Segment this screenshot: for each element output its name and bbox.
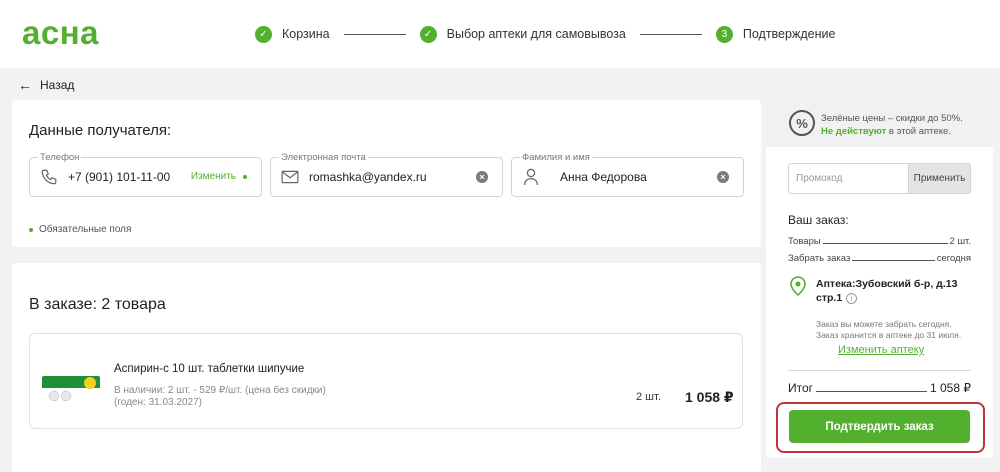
field-label: Фамилия и имя — [520, 152, 592, 163]
clear-icon[interactable]: × — [476, 171, 488, 183]
goods-row: Товары 2 шт. — [788, 236, 971, 247]
envelope-icon — [279, 166, 301, 188]
step-number: 3 — [715, 25, 733, 43]
apply-promo-button[interactable]: Применить — [908, 163, 971, 194]
pickup-row: Забрать заказ сегодня — [788, 253, 971, 264]
step-divider — [343, 33, 406, 35]
product-quantity: 2 шт. — [636, 391, 661, 403]
checkout-steps: ✓ Корзина ✓ Выбор аптеки для самовывоза … — [255, 23, 835, 45]
required-note-label: Обязательные поля — [39, 224, 132, 235]
product-price: 1 058 ₽ — [685, 389, 734, 405]
confirm-order-button[interactable]: Подтвердить заказ — [789, 410, 970, 443]
promo-input[interactable]: Промокод — [788, 163, 908, 194]
change-label: Изменить — [190, 171, 236, 182]
header: асна ✓ Корзина ✓ Выбор аптеки для самовы… — [0, 0, 1000, 68]
product-image[interactable] — [42, 372, 100, 407]
pharmacy-label: Аптека:Зубовский б-р, д.13 стр.1 — [816, 278, 958, 304]
divider — [788, 370, 971, 371]
required-dot — [243, 174, 247, 179]
pickup-label: Забрать заказ — [788, 253, 851, 264]
percent-icon: % — [789, 110, 815, 136]
total-label: Итог — [788, 381, 814, 395]
step-label: Корзина — [282, 27, 330, 41]
promo-form: Промокод Применить — [788, 163, 971, 194]
change-pharmacy-link[interactable]: Изменить аптеку — [838, 344, 924, 356]
back-label: Назад — [40, 78, 75, 92]
total-row: Итог 1 058 ₽ — [788, 381, 971, 395]
pickup-note: Заказ вы можете забрать сегодня. Заказ х… — [816, 319, 961, 341]
phone-icon — [38, 166, 60, 188]
email-field[interactable]: Электронная почта romashka@yandex.ru × — [270, 152, 503, 197]
banner-rest: в этой аптеке. — [886, 126, 951, 137]
your-order-title: Ваш заказ: — [788, 213, 849, 227]
person-icon — [520, 166, 542, 188]
banner-text: Зелёные цены – скидки до 50%. Не действу… — [821, 112, 963, 138]
recipient-fields: Телефон +7 (901) 101-11-00 Изменить Элек… — [29, 152, 744, 197]
dotted-leader — [822, 243, 948, 244]
step-divider — [639, 33, 702, 35]
email-value: romashka@yandex.ru — [309, 170, 427, 184]
back-link[interactable]: ← Назад — [18, 77, 74, 93]
step-cart: ✓ Корзина — [255, 25, 330, 43]
field-label: Электронная почта — [279, 152, 368, 163]
goods-label: Товары — [788, 236, 821, 247]
product-availability: В наличии: 2 шт. - 529 ₽/шт. (цена без с… — [114, 385, 326, 396]
pickup-note-line: Заказ вы можете забрать сегодня. — [816, 319, 952, 329]
recipient-title: Данные получателя: — [29, 122, 172, 139]
change-phone-button[interactable]: Изменить — [191, 171, 247, 182]
order-title: В заказе: 2 товара — [29, 296, 166, 313]
phone-field[interactable]: Телефон +7 (901) 101-11-00 Изменить — [29, 152, 262, 197]
field-label: Телефон — [38, 152, 82, 163]
product-details: В наличии: 2 шт. - 529 ₽/шт. (цена без с… — [114, 385, 326, 409]
name-field[interactable]: Фамилия и имя Анна Федорова × — [511, 152, 744, 197]
phone-value: +7 (901) 101-11-00 — [68, 170, 171, 184]
goods-value: 2 шт. — [949, 236, 971, 247]
info-icon[interactable]: i — [846, 292, 858, 304]
recipient-card: Данные получателя: Телефон +7 (901) 101-… — [12, 100, 761, 247]
logo[interactable]: асна — [22, 15, 99, 51]
green-prices-banner: % Зелёные цены – скидки до 50%. Не дейст… — [766, 100, 993, 147]
banner-line: Зелёные цены – скидки до 50%. — [821, 113, 963, 124]
product-name[interactable]: Аспирин-с 10 шт. таблетки шипучие — [114, 363, 304, 375]
order-card: В заказе: 2 товара Аспирин-с 10 шт. табл… — [12, 263, 761, 472]
dotted-leader — [852, 260, 935, 261]
step-pharmacy: ✓ Выбор аптеки для самовывоза — [419, 25, 626, 43]
step-label: Подтверждение — [742, 27, 836, 41]
name-value: Анна Федорова — [560, 170, 647, 184]
total-value: 1 058 ₽ — [930, 381, 971, 395]
check-icon: ✓ — [419, 25, 437, 43]
location-pin-icon — [790, 276, 806, 297]
pickup-value: сегодня — [936, 253, 971, 264]
product-expiry: (годен: 31.03.2027) — [114, 397, 202, 408]
required-dot — [29, 227, 33, 232]
dotted-leader — [816, 391, 927, 392]
product-item: Аспирин-с 10 шт. таблетки шипучие В нали… — [29, 333, 743, 429]
banner-line: Не действуют в этой аптеке. — [821, 125, 963, 138]
banner-emphasis: Не действуют — [821, 126, 887, 137]
step-label: Выбор аптеки для самовывоза — [446, 27, 626, 41]
check-icon: ✓ — [255, 25, 272, 43]
pharmacy-address: Аптека:Зубовский б-р, д.13 стр.1 i — [816, 277, 966, 305]
step-confirm: 3 Подтверждение — [715, 25, 836, 43]
arrow-left-icon: ← — [18, 77, 32, 93]
clear-icon[interactable]: × — [717, 171, 729, 183]
pickup-note-line: Заказ хранится в аптеке до 31 июля. — [816, 330, 962, 340]
required-note: Обязательные поля — [29, 224, 131, 235]
